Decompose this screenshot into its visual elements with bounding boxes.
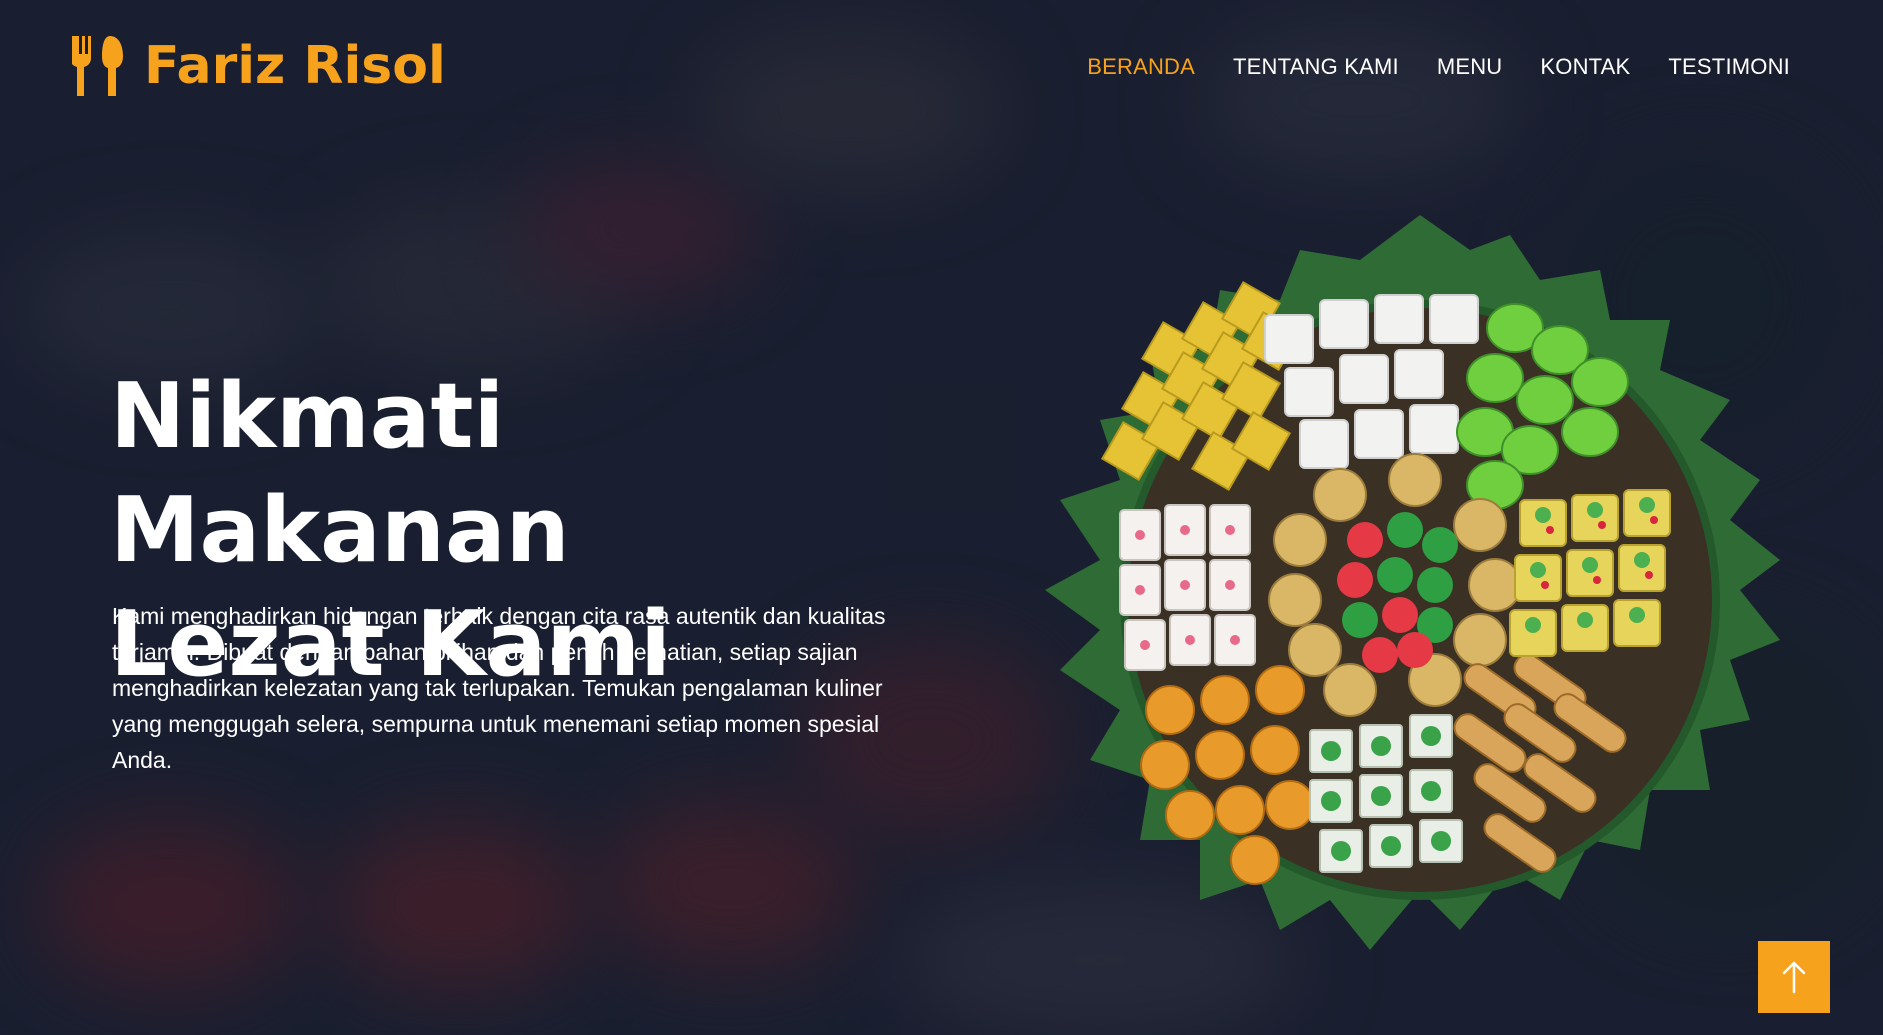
nav-item-menu[interactable]: MENU — [1437, 54, 1503, 80]
hero-title-line-1: Nikmati Makanan — [110, 364, 570, 583]
brand-name: Fariz Risol — [144, 36, 446, 96]
site-header: Fariz Risol BERANDA TENTANG KAMI MENU KO… — [0, 0, 1883, 140]
brand-logo[interactable]: Fariz Risol — [72, 34, 446, 98]
scroll-to-top-button[interactable] — [1758, 941, 1830, 1013]
nav-item-tentang-kami[interactable]: TENTANG KAMI — [1233, 54, 1399, 80]
hero-description: Kami menghadirkan hidangan terbaik denga… — [112, 603, 886, 773]
arrow-up-icon — [1782, 961, 1806, 994]
food-platter-image — [1040, 210, 1800, 980]
nav-item-kontak[interactable]: KONTAK — [1540, 54, 1630, 80]
utensils-icon — [72, 36, 123, 96]
nav-item-beranda[interactable]: BERANDA — [1087, 54, 1195, 80]
nav-item-testimoni[interactable]: TESTIMONI — [1668, 54, 1790, 80]
main-nav: BERANDA TENTANG KAMI MENU KONTAK TESTIMO… — [1087, 54, 1790, 80]
page: Fariz Risol BERANDA TENTANG KAMI MENU KO… — [0, 0, 1883, 1035]
